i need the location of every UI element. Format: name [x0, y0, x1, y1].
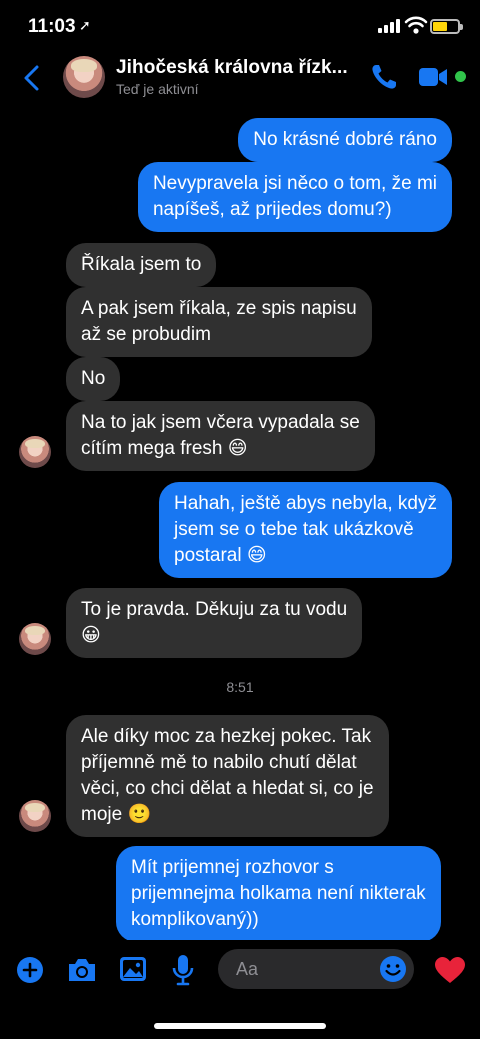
location-arrow-icon: ➚: [79, 17, 91, 33]
contact-name[interactable]: Jihočeská královna řízk...: [116, 57, 348, 79]
message-timestamp: 8:51: [226, 679, 254, 695]
message-input[interactable]: Aa: [218, 949, 414, 989]
sender-avatar[interactable]: [19, 623, 51, 655]
message-bubble-incoming[interactable]: Na to jak jsem včera vypadala se cítím m…: [66, 401, 375, 471]
message-bubble-outgoing[interactable]: Hahah, ještě abys nebyla, když jsem se o…: [159, 482, 452, 578]
home-indicator: [154, 1023, 326, 1029]
emoji-icon[interactable]: [379, 955, 407, 983]
cell-signal-icon: [378, 19, 400, 33]
wifi-icon: [404, 16, 428, 34]
message-input-placeholder: Aa: [236, 959, 259, 979]
chat-header: Jihočeská královna řízk... Teď je aktivn…: [0, 52, 480, 108]
message-bubble-incoming[interactable]: To je pravda. Děkuju za tu vodu 😀: [66, 588, 363, 658]
message-bubble-incoming[interactable]: Říkala jsem to: [66, 243, 217, 287]
online-indicator: [455, 71, 466, 82]
phone-call-icon[interactable]: [369, 62, 399, 92]
contact-status: Teď je aktivní: [116, 81, 199, 97]
camera-icon[interactable]: [66, 956, 98, 984]
microphone-icon[interactable]: [172, 954, 194, 986]
heart-icon[interactable]: [434, 956, 466, 984]
contact-avatar[interactable]: [63, 56, 105, 98]
message-bubble-incoming[interactable]: Ale díky moc za hezkej pokec. Tak příjem…: [66, 715, 389, 837]
status-bar: 11:03 ➚: [0, 0, 480, 52]
battery-icon: [430, 19, 463, 34]
video-call-icon[interactable]: [418, 66, 448, 88]
sender-avatar[interactable]: [19, 436, 51, 468]
message-bubble-incoming[interactable]: No: [66, 357, 121, 401]
plus-icon[interactable]: [16, 956, 44, 984]
message-bubble-incoming[interactable]: A pak jsem říkala, ze spis napisu až se …: [66, 287, 372, 357]
gallery-icon[interactable]: [118, 955, 148, 983]
message-composer: Aa: [0, 940, 480, 1000]
message-bubble-outgoing[interactable]: No krásné dobré ráno: [238, 118, 452, 162]
sender-avatar[interactable]: [19, 800, 51, 832]
message-bubble-outgoing[interactable]: Nevypravela jsi něco o tom, že mi napíše…: [137, 162, 452, 232]
back-chevron-icon[interactable]: [20, 64, 44, 92]
status-time: 11:03: [28, 16, 76, 37]
message-bubble-outgoing[interactable]: Mít prijemnej rozhovor s prijemnejma hol…: [116, 846, 441, 942]
